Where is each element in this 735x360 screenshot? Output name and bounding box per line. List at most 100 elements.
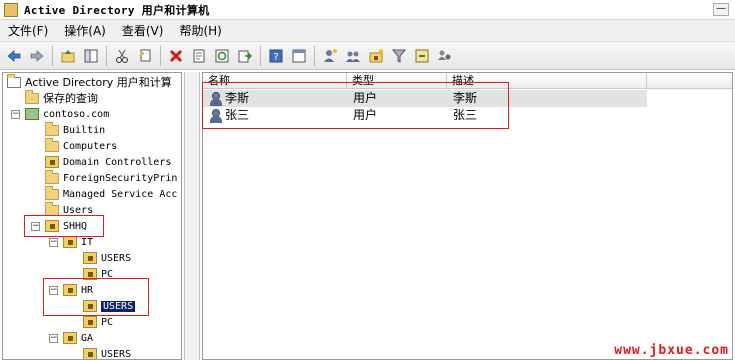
tree-item-label: Builtin [63,124,106,136]
folder-icon [45,121,59,136]
menu-action[interactable]: 操作(A) [56,22,114,39]
collapse-icon[interactable]: − [49,334,58,343]
tree-root-label: Active Directory 用户和计算 [25,76,172,89]
tree-item-computers[interactable]: Computers [45,137,118,154]
ou-icon [45,156,59,168]
ou-icon [83,316,97,328]
tree-item-hr-pc[interactable]: PC [83,314,113,330]
tree-root[interactable]: Active Directory 用户和计算 [7,73,172,90]
tree-item-label: ForeignSecurityPrin [63,172,178,184]
properties-icon [193,49,205,62]
toolbar-separator [160,45,161,66]
refresh-icon [215,49,229,62]
tree-item-label: 保存的查询 [43,92,98,105]
new-ou-icon [369,48,383,62]
filter-icon [391,49,407,63]
new-group-icon [346,51,360,62]
new-user-button[interactable] [320,46,340,66]
annotation-box-shhq [24,215,104,237]
tree-item-managed-service[interactable]: Managed Service Acc [45,185,178,202]
show-tree-button[interactable] [81,46,101,66]
menu-bar: 文件(F) 操作(A) 查看(V) 帮助(H) [0,20,735,42]
collapse-icon[interactable]: − [49,238,58,247]
ou-icon [83,252,97,264]
tree-item-ga[interactable]: GA [63,330,93,346]
new-group-button[interactable] [343,46,363,66]
tree-item-label: Domain Controllers [63,156,172,168]
pane-splitter[interactable] [184,72,200,360]
console-root-icon [7,73,21,88]
tree-item-label: PC [101,316,114,328]
tree-item-label: contoso.com [43,108,110,120]
folder-icon [45,137,59,152]
ou-icon [83,348,97,359]
annotation-box-users-list [202,82,509,129]
app-icon [4,2,18,17]
toolbar-separator [52,45,53,66]
show-tree-icon [84,49,98,62]
domain-icon [25,108,39,120]
tree-item-ga-users[interactable]: USERS [83,346,132,360]
tree-item-foreign-security[interactable]: ForeignSecurityPrin [45,169,178,186]
copy-button[interactable] [135,46,155,66]
annotation-box-hr-users [43,278,149,316]
toolbar: ? [0,42,735,70]
tree-item-domain-controllers[interactable]: Domain Controllers [45,154,171,170]
new-ou-button[interactable] [366,46,386,66]
window-title: Active Directory 用户和计算机 [24,3,210,17]
tree-item-label: Computers [63,140,118,152]
export-icon [238,50,252,62]
filter-button[interactable] [389,46,409,66]
folder-icon [45,169,59,184]
minimize-button[interactable]: — [713,3,729,16]
add-to-group-icon [438,50,451,60]
cut-icon [116,49,128,63]
properties-button[interactable] [189,46,209,66]
toolbar-separator [260,45,261,66]
menu-view[interactable]: 查看(V) [114,22,172,39]
find-button[interactable] [412,46,432,66]
back-icon [7,49,21,62]
export-list-button[interactable] [235,46,255,66]
console-icon [292,49,306,62]
up-level-button[interactable] [58,46,78,66]
collapse-icon[interactable]: − [11,110,20,119]
forward-icon [30,49,44,62]
svg-text:?: ? [273,52,278,63]
tree-item-label: USERS [101,252,132,264]
tree-item-label: Managed Service Acc [63,188,178,200]
tree-item-builtin[interactable]: Builtin [45,121,106,138]
help-button[interactable]: ? [266,46,286,66]
delete-button[interactable] [166,46,186,66]
menu-file[interactable]: 文件(F) [0,22,56,39]
tree-item-it-users[interactable]: USERS [83,250,131,266]
refresh-button[interactable] [212,46,232,66]
new-user-icon [324,48,337,62]
find-icon [415,49,429,62]
tree-item-label: Users [63,204,94,216]
tree-item-domain[interactable]: contoso.com [25,106,109,122]
help-icon: ? [269,49,283,63]
toolbar-separator [106,45,107,66]
toolbar-separator [314,45,315,66]
copy-icon [140,49,151,61]
tree-item-label: IT [81,236,94,248]
title-bar: Active Directory 用户和计算机 — [0,0,735,20]
up-icon [61,49,75,62]
add-to-group-button[interactable] [435,46,455,66]
tree-item-label: GA [81,332,94,344]
watermark: www.jbxue.com [614,343,729,358]
tree-item-label: USERS [101,348,132,360]
folder-icon [25,89,39,104]
ou-icon [63,332,77,344]
folder-icon [45,201,59,216]
menu-help[interactable]: 帮助(H) [171,22,229,39]
back-button[interactable] [4,46,24,66]
delete-icon [169,49,183,62]
folder-icon [45,185,59,200]
cut-button[interactable] [112,46,132,66]
ou-icon [63,236,77,248]
tree-item-saved-queries[interactable]: 保存的查询 [25,89,98,106]
console-button[interactable] [289,46,309,66]
forward-button[interactable] [27,46,47,66]
